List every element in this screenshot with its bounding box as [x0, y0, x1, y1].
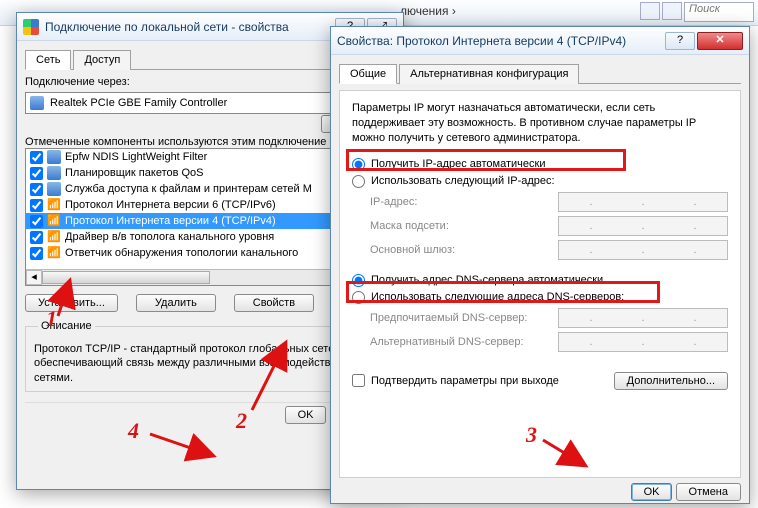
component-icon: 📶 — [47, 214, 61, 228]
item-check[interactable] — [30, 215, 43, 228]
radio-input[interactable] — [352, 175, 365, 188]
ipv4-properties-dialog: Свойства: Протокол Интернета версии 4 (T… — [330, 26, 750, 504]
list-item[interactable]: Служба доступа к файлам и принтерам сете… — [65, 183, 312, 195]
nic-icon — [30, 96, 44, 110]
mask-field: ... — [558, 216, 728, 236]
checkbox-input[interactable] — [352, 374, 365, 387]
help-button[interactable]: ? — [665, 32, 695, 50]
radio-label: Получить адрес DNS-сервера автоматически — [371, 274, 603, 286]
dialog-title: Подключение по локальной сети - свойства — [45, 20, 333, 34]
checkbox-label: Подтвердить параметры при выходе — [371, 375, 559, 387]
properties-button[interactable]: Свойств — [234, 294, 314, 312]
radio-input[interactable] — [352, 158, 365, 171]
ip-label: IP-адрес: — [370, 196, 417, 208]
radio-label: Использовать следующий IP-адрес: — [371, 175, 555, 187]
radio-dns-auto[interactable]: Получить адрес DNS-сервера автоматически — [352, 272, 728, 289]
close-button[interactable]: ✕ — [697, 32, 743, 50]
list-item[interactable]: Epfw NDIS LightWeight Filter — [65, 151, 207, 163]
mask-label: Маска подсети: — [370, 220, 449, 232]
component-icon — [47, 182, 61, 196]
scroll-thumb[interactable] — [42, 271, 210, 284]
scroll-left-icon[interactable]: ◂ — [26, 270, 42, 285]
tab-network[interactable]: Сеть — [25, 50, 71, 70]
dns2-field: ... — [558, 332, 728, 352]
component-icon — [47, 150, 61, 164]
annotation-number-4: 4 — [128, 418, 139, 444]
radio-input[interactable] — [352, 291, 365, 304]
radio-input[interactable] — [352, 274, 365, 287]
radio-dns-manual[interactable]: Использовать следующие адреса DNS-сервер… — [352, 289, 728, 306]
ip-field: ... — [558, 192, 728, 212]
advanced-button[interactable]: Дополнительно... — [614, 372, 728, 390]
cancel-button[interactable]: Отмена — [676, 483, 741, 501]
item-check[interactable] — [30, 167, 43, 180]
item-check[interactable] — [30, 151, 43, 164]
shield-icon — [23, 19, 39, 35]
install-button[interactable]: Установить... — [25, 294, 118, 312]
dns2-label: Альтернативный DNS-сервер: — [370, 336, 524, 348]
adapter-name: Realtek PCIe GBE Family Controller — [50, 97, 227, 109]
radio-label: Использовать следующие адреса DNS-сервер… — [371, 291, 624, 303]
ok-button[interactable]: OK — [285, 406, 327, 424]
component-icon: 📶 — [47, 198, 61, 212]
item-check[interactable] — [30, 247, 43, 260]
confirm-on-exit[interactable]: Подтвердить параметры при выходе — [352, 372, 559, 389]
nav-fwd-icon[interactable] — [662, 2, 682, 20]
component-icon: 📶 — [47, 230, 61, 244]
list-item[interactable]: Планировщик пакетов QoS — [65, 167, 204, 179]
intro-text: Параметры IP могут назначаться автоматич… — [352, 101, 728, 146]
dns1-field: ... — [558, 308, 728, 328]
radio-label: Получить IP-адрес автоматически — [371, 158, 545, 170]
dns1-label: Предпочитаемый DNS-сервер: — [370, 312, 527, 324]
list-item[interactable]: Протокол Интернета версии 6 (TCP/IPv6) — [65, 199, 276, 211]
titlebar[interactable]: Свойства: Протокол Интернета версии 4 (T… — [331, 27, 749, 55]
nav-back-icon[interactable] — [640, 2, 660, 20]
radio-ip-manual[interactable]: Использовать следующий IP-адрес: — [352, 173, 728, 190]
tab-sharing[interactable]: Доступ — [73, 50, 131, 70]
item-check[interactable] — [30, 199, 43, 212]
list-item[interactable]: Ответчик обнаружения топологии канальног… — [65, 247, 298, 259]
item-check[interactable] — [30, 231, 43, 244]
annotation-number-3: 3 — [526, 422, 537, 448]
search-input[interactable]: Поиск — [684, 2, 754, 22]
list-item-selected[interactable]: Протокол Интернета версии 4 (TCP/IPv4) — [65, 215, 276, 227]
item-check[interactable] — [30, 183, 43, 196]
component-icon — [47, 166, 61, 180]
gateway-field: ... — [558, 240, 728, 260]
gateway-label: Основной шлюз: — [370, 244, 455, 256]
ok-button[interactable]: OK — [631, 483, 673, 501]
tab-general[interactable]: Общие — [339, 64, 397, 84]
tab-alt-config[interactable]: Альтернативная конфигурация — [399, 64, 579, 84]
radio-ip-auto[interactable]: Получить IP-адрес автоматически — [352, 156, 728, 173]
annotation-number-1: 1 — [46, 306, 57, 332]
component-icon: 📶 — [47, 246, 61, 260]
breadcrumb-fragment[interactable]: лючения › — [400, 4, 456, 18]
remove-button[interactable]: Удалить — [136, 294, 216, 312]
tabstrip: Общие Альтернативная конфигурация — [339, 63, 741, 84]
dialog-title: Свойства: Протокол Интернета версии 4 (T… — [337, 34, 663, 48]
annotation-number-2: 2 — [236, 408, 247, 434]
list-item[interactable]: Драйвер в/в тополога канального уровня — [65, 231, 274, 243]
